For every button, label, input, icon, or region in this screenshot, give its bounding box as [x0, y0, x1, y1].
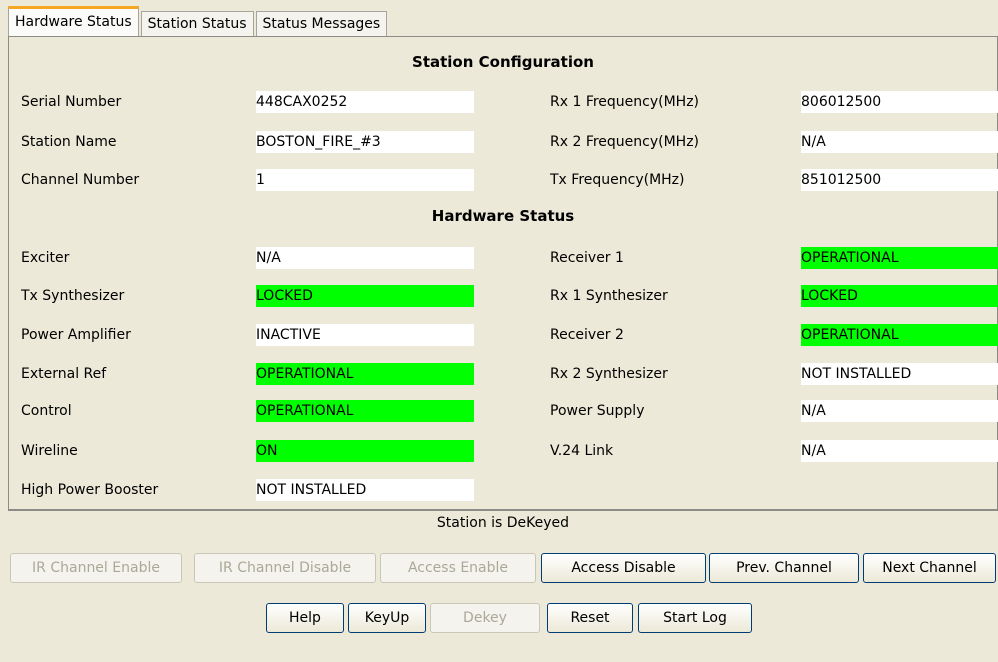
v24-link-status: N/A	[801, 440, 998, 462]
tab-strip: Hardware Status Station Status Status Me…	[8, 6, 389, 36]
rx1-synthesizer-status: LOCKED	[801, 285, 998, 307]
ir-channel-disable-button[interactable]: IR Channel Disable	[194, 553, 376, 583]
receiver-1-label: Receiver 1	[550, 250, 624, 266]
receiver-1-status: OPERATIONAL	[801, 247, 998, 269]
keyup-button[interactable]: KeyUp	[348, 603, 426, 633]
station-name-label: Station Name	[21, 134, 117, 150]
wireline-label: Wireline	[21, 443, 78, 459]
exciter-status: N/A	[256, 247, 474, 269]
ir-channel-enable-button[interactable]: IR Channel Enable	[10, 553, 182, 583]
rx2-frequency-field: N/A	[801, 131, 998, 153]
high-power-booster-label: High Power Booster	[21, 482, 159, 498]
prev-channel-button[interactable]: Prev. Channel	[709, 553, 859, 583]
rx1-frequency-field: 806012500	[801, 91, 998, 113]
power-amplifier-status: INACTIVE	[256, 324, 474, 346]
access-disable-button[interactable]: Access Disable	[541, 553, 706, 583]
station-name-field: BOSTON_FIRE_#3	[256, 131, 474, 153]
access-enable-button[interactable]: Access Enable	[380, 553, 536, 583]
serial-number-label: Serial Number	[21, 94, 122, 110]
control-footer: Station is DeKeyed IR Channel Enable IR …	[8, 510, 998, 662]
reset-button[interactable]: Reset	[547, 603, 633, 633]
tab-status-messages[interactable]: Status Messages	[255, 11, 388, 36]
exciter-label: Exciter	[21, 250, 70, 266]
tx-frequency-field: 851012500	[801, 169, 998, 191]
station-key-status: Station is DeKeyed	[436, 515, 570, 531]
next-channel-button[interactable]: Next Channel	[863, 553, 996, 583]
channel-number-label: Channel Number	[21, 172, 140, 188]
v24-link-label: V.24 Link	[550, 443, 614, 459]
rx2-frequency-label: Rx 2 Frequency(MHz)	[550, 134, 700, 150]
external-ref-status: OPERATIONAL	[256, 363, 474, 385]
control-status: OPERATIONAL	[256, 400, 474, 422]
tx-synthesizer-label: Tx Synthesizer	[21, 288, 125, 304]
hardware-status-title: Hardware Status	[431, 207, 575, 225]
channel-number-field: 1	[256, 169, 474, 191]
high-power-booster-status: NOT INSTALLED	[256, 479, 474, 501]
power-amplifier-label: Power Amplifier	[21, 327, 131, 343]
hardware-status-panel: Station Configuration Serial Number 448C…	[8, 36, 998, 510]
tab-station-status[interactable]: Station Status	[140, 11, 254, 36]
tx-synthesizer-status: LOCKED	[256, 285, 474, 307]
external-ref-label: External Ref	[21, 366, 107, 382]
dekey-button[interactable]: Dekey	[430, 603, 540, 633]
control-label: Control	[21, 403, 72, 419]
rx2-synthesizer-label: Rx 2 Synthesizer	[550, 366, 668, 382]
power-supply-status: N/A	[801, 400, 998, 422]
tab-hardware-status[interactable]: Hardware Status	[8, 6, 139, 36]
receiver-2-label: Receiver 2	[550, 327, 624, 343]
rx2-synthesizer-status: NOT INSTALLED	[801, 363, 998, 385]
station-configuration-title: Station Configuration	[412, 53, 594, 71]
help-button[interactable]: Help	[266, 603, 344, 633]
receiver-2-status: OPERATIONAL	[801, 324, 998, 346]
wireline-status: ON	[256, 440, 474, 462]
serial-number-field: 448CAX0252	[256, 91, 474, 113]
power-supply-label: Power Supply	[550, 403, 645, 419]
start-log-button[interactable]: Start Log	[638, 603, 752, 633]
tx-frequency-label: Tx Frequency(MHz)	[550, 172, 685, 188]
rx1-frequency-label: Rx 1 Frequency(MHz)	[550, 94, 700, 110]
rx1-synthesizer-label: Rx 1 Synthesizer	[550, 288, 668, 304]
